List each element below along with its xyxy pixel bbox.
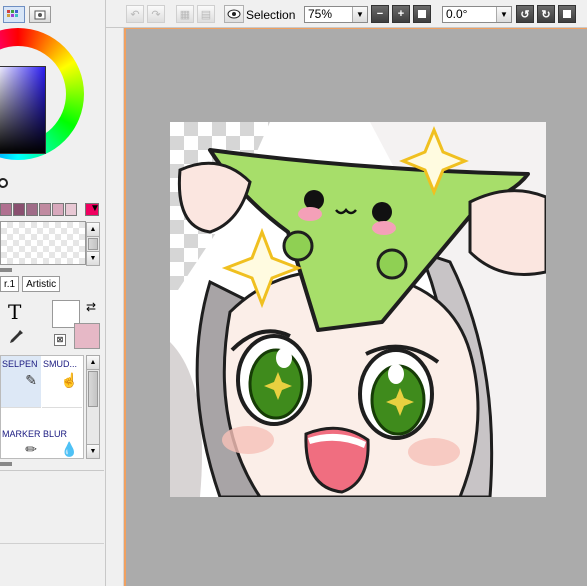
zoom-reset-button[interactable] (413, 5, 431, 23)
zoom-out-button[interactable]: − (371, 5, 389, 23)
rotate-right-button[interactable]: ↻ (537, 5, 555, 23)
rotation-reset-button[interactable] (558, 5, 576, 23)
brush-smudge[interactable]: SMUD... ☝ (42, 356, 82, 408)
selection-label: Selection (246, 8, 296, 22)
brush-label: SMUD... (43, 359, 78, 369)
zoom-value: 75% (308, 7, 333, 21)
selpen-icon: ✎ (25, 372, 37, 388)
swatch[interactable] (26, 203, 38, 216)
scratchpad-button[interactable] (29, 6, 51, 23)
left-panel: ▼ ▲ ▼ r.1 Artistic T ⇄ ⊠ SELPEN ✎ SMUD..… (0, 0, 106, 586)
swatch[interactable] (0, 203, 12, 216)
workspace-gutter (106, 28, 124, 586)
text-tool-icon[interactable]: T (8, 300, 21, 324)
brush-blur[interactable]: BLUR 💧 (42, 409, 82, 461)
brush-label: SELPEN (2, 359, 38, 369)
panel-splitter-knob[interactable] (0, 462, 12, 466)
rotation-select[interactable]: 0.0° ▼ (442, 6, 512, 23)
chevron-down-icon: ▼ (352, 7, 367, 22)
swap-colors-icon[interactable]: ⇄ (86, 300, 96, 314)
sub-color-box[interactable] (74, 323, 100, 349)
brush-label: BLUR (43, 429, 68, 439)
undo-button[interactable]: ↶ (126, 5, 144, 23)
transparent-color-icon[interactable]: ⊠ (54, 334, 66, 346)
brush-settings-pane (0, 470, 104, 586)
tab-r1[interactable]: r.1 (0, 276, 20, 292)
tab-artistic[interactable]: Artistic (22, 276, 61, 292)
scroll-up-icon[interactable]: ▲ (87, 356, 99, 370)
paint-app: ▼ ▲ ▼ r.1 Artistic T ⇄ ⊠ SELPEN ✎ SMUD..… (0, 0, 587, 586)
brush-selpen[interactable]: SELPEN ✎ (1, 356, 41, 408)
swatch[interactable] (13, 203, 25, 216)
marker-icon: ✏ (25, 441, 37, 457)
scroll-down-icon[interactable]: ▼ (87, 251, 99, 265)
reset-square-icon (418, 10, 426, 18)
swatch[interactable] (65, 203, 77, 216)
panel-splitter-knob[interactable] (0, 268, 12, 272)
eye-icon (227, 9, 241, 19)
panel-view-buttons (3, 6, 51, 23)
scratchpad-scrollbar[interactable]: ▲ ▼ (86, 222, 100, 266)
reset-square-icon (563, 10, 571, 18)
scroll-down-icon[interactable]: ▼ (87, 444, 99, 458)
redo-button[interactable]: ↷ (147, 5, 165, 23)
invert-selection-button[interactable]: ▤ (197, 5, 215, 23)
swatch-menu-arrow-icon[interactable]: ▼ (90, 203, 100, 214)
scroll-up-icon[interactable]: ▲ (87, 223, 99, 237)
deselect-button[interactable]: ▦ (176, 5, 194, 23)
swatch[interactable] (39, 203, 51, 216)
hue-marker[interactable] (0, 178, 8, 188)
brush-label: MARKER (2, 429, 41, 439)
rotate-left-button[interactable]: ↺ (516, 5, 534, 23)
chevron-down-icon: ▼ (496, 7, 511, 22)
canvas-artwork[interactable] (170, 122, 546, 497)
smudge-icon: ☝ (60, 372, 78, 388)
chibi-illustration (170, 122, 546, 497)
top-toolbar: ↶ ↷ ▦ ▤ Selection 75% ▼ − + 0.0° ▼ ↺ ↻ (106, 0, 587, 28)
palette-grid-icon (7, 9, 18, 17)
show-selection-toggle[interactable] (224, 5, 244, 23)
scratchpad-area[interactable] (0, 221, 86, 265)
zoom-select[interactable]: 75% ▼ (304, 6, 368, 23)
zoom-in-button[interactable]: + (392, 5, 410, 23)
brush-scrollbar[interactable]: ▲ ▼ (86, 355, 100, 459)
brush-category-tabs: r.1 Artistic (0, 276, 61, 292)
swatch[interactable] (52, 203, 64, 216)
palette-grid-button[interactable] (3, 6, 25, 23)
color-swatch-row (0, 203, 100, 216)
brush-tool-grid: SELPEN ✎ SMUD... ☝ MARKER ✏ BLUR 💧 (0, 355, 84, 459)
saturation-value-square[interactable] (0, 66, 46, 154)
blur-icon: 💧 (60, 441, 78, 457)
scratchpad-icon (34, 10, 46, 19)
brush-marker[interactable]: MARKER ✏ (1, 409, 41, 461)
eyedropper-icon[interactable] (8, 326, 24, 350)
rotation-value: 0.0° (446, 7, 468, 21)
